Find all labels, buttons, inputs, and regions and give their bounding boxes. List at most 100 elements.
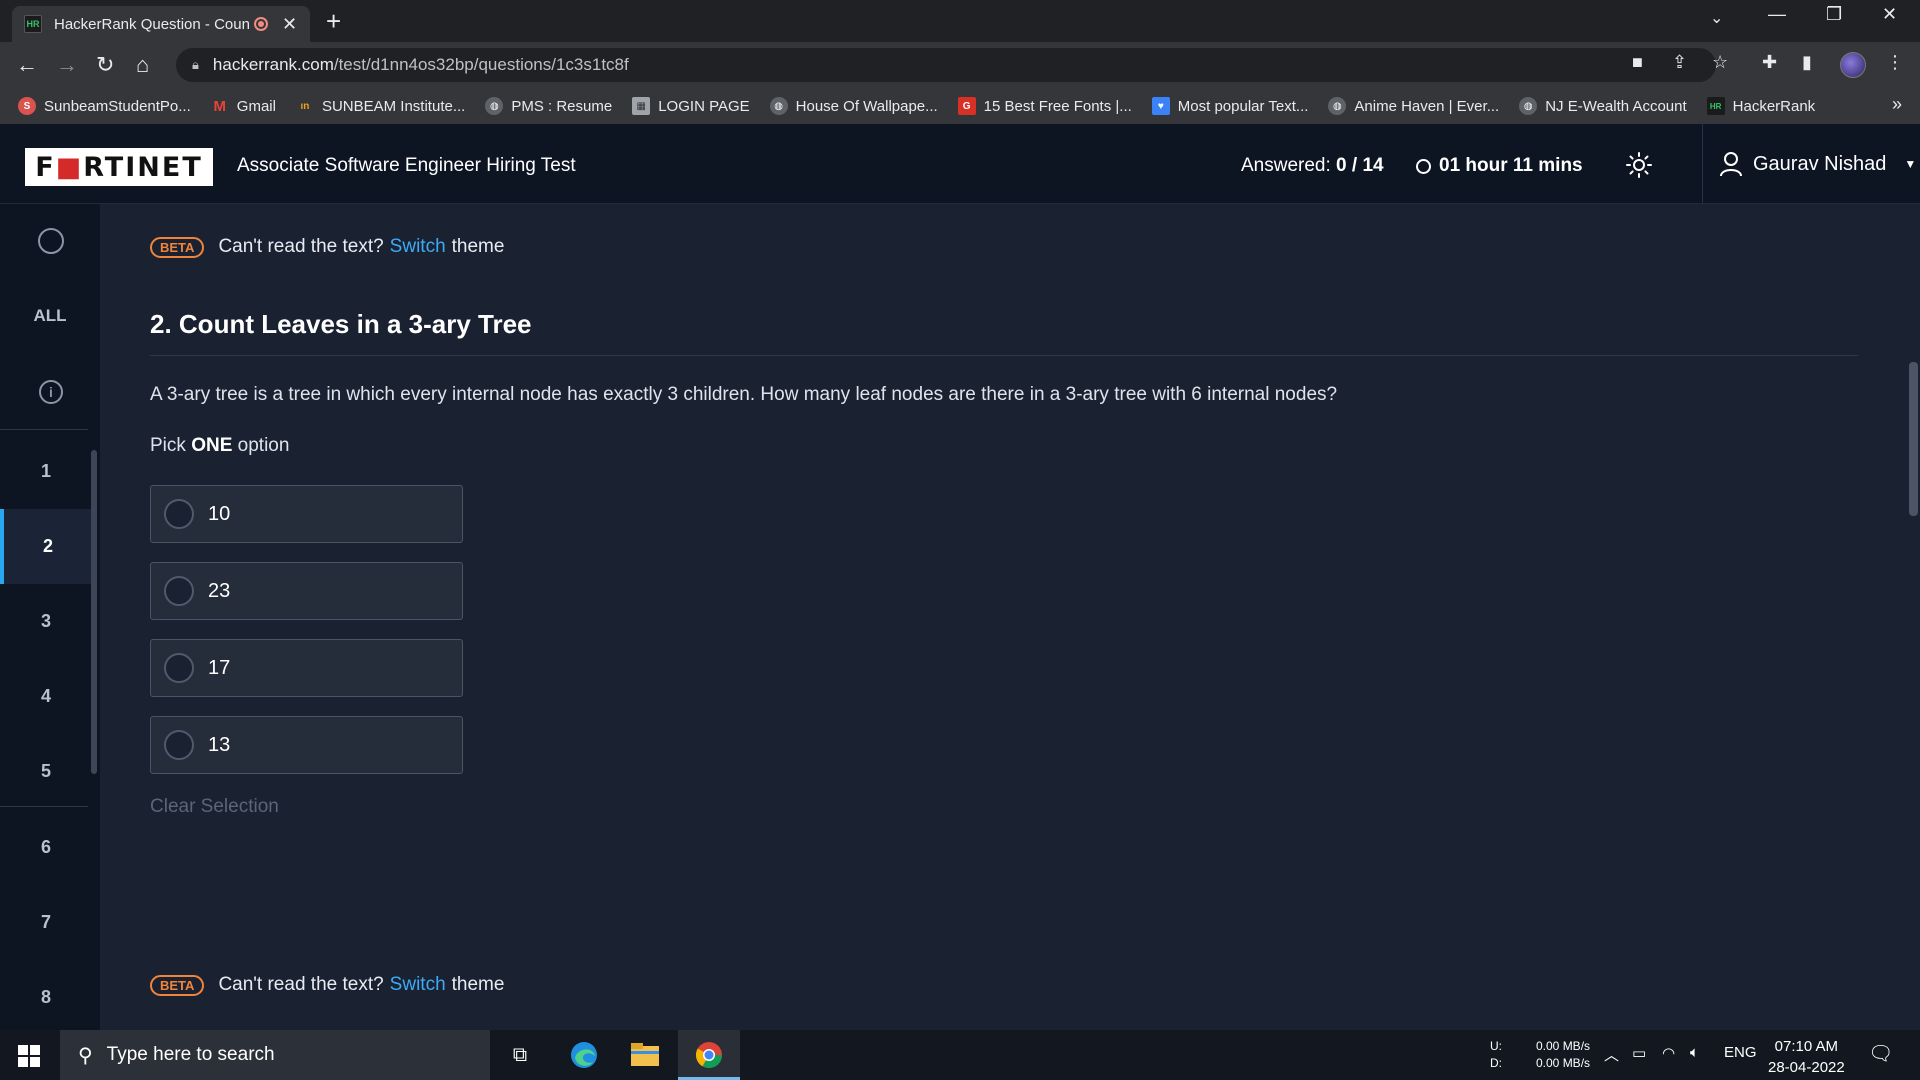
caret-down-icon: ▼ bbox=[1904, 157, 1917, 171]
nav-question-3[interactable]: 3 bbox=[0, 584, 92, 659]
url-omnibox[interactable]: 🔒︎ hackerrank.com/test/d1nn4os32bp/quest… bbox=[176, 48, 1716, 82]
network-speed-widget: U: D: 0.00 MB/s 0.00 MB/s bbox=[1490, 1038, 1590, 1072]
switch-theme-link[interactable]: Switch bbox=[390, 236, 446, 258]
user-menu[interactable]: Gaurav Nishad ▼ bbox=[1702, 124, 1920, 204]
pick-prefix: Pick bbox=[150, 435, 192, 456]
theme-toggle-sun-icon[interactable] bbox=[1626, 152, 1652, 178]
window-close-button[interactable]: ✕ bbox=[1882, 4, 1897, 25]
globe-icon: ◍ bbox=[769, 97, 788, 115]
nav-question-6[interactable]: 6 bbox=[0, 810, 92, 885]
gmail-icon: M bbox=[213, 97, 227, 115]
battery-icon[interactable]: ▭ bbox=[1632, 1044, 1646, 1062]
notification-icon[interactable]: 🗨︎ bbox=[1868, 1041, 1893, 1066]
pick-suffix: option bbox=[232, 435, 290, 456]
url-text: hackerrank.com/test/d1nn4os32bp/question… bbox=[213, 55, 629, 75]
bookmark-star-icon[interactable]: ☆ bbox=[1712, 52, 1728, 73]
compass-icon[interactable] bbox=[38, 228, 64, 254]
search-placeholder: Type here to search bbox=[106, 1044, 275, 1065]
bookmark-item[interactable]: HR HackerRank bbox=[1706, 97, 1815, 115]
edge-icon[interactable] bbox=[567, 1038, 601, 1072]
browser-tab[interactable]: HR HackerRank Question - Coun ✕ bbox=[12, 6, 310, 42]
tab-search-chevron-icon[interactable]: ⌄ bbox=[1710, 8, 1723, 28]
answer-option[interactable]: 23 bbox=[150, 562, 463, 620]
nav-question-4[interactable]: 4 bbox=[0, 659, 92, 734]
camera-icon[interactable]: ■ bbox=[1632, 52, 1643, 73]
bookmark-item[interactable]: ◍ House Of Wallpape... bbox=[769, 97, 938, 115]
answer-option[interactable]: 13 bbox=[150, 716, 463, 774]
chrome-menu-icon[interactable]: ⋮ bbox=[1886, 52, 1904, 73]
test-title: Associate Software Engineer Hiring Test bbox=[237, 155, 576, 176]
browser-tab-bar: HR HackerRank Question - Coun ✕ + ⌄ — ❐ … bbox=[0, 0, 1920, 42]
beta-text: Can't read the text? bbox=[218, 236, 384, 257]
bookmark-item[interactable]: M Gmail bbox=[211, 97, 276, 115]
globe-icon: ◍ bbox=[485, 97, 504, 115]
bookmark-item[interactable]: ◍ NJ E-Wealth Account bbox=[1519, 97, 1687, 115]
bookmark-item[interactable]: ◍ Anime Haven | Ever... bbox=[1328, 97, 1499, 115]
bookmark-item[interactable]: ın SUNBEAM Institute... bbox=[296, 97, 466, 115]
answer-option[interactable]: 17 bbox=[150, 639, 463, 697]
bookmark-item[interactable]: S SunbeamStudentPo... bbox=[18, 97, 191, 115]
timer-value: 01 hour 11 mins bbox=[1439, 155, 1583, 176]
radio-button[interactable] bbox=[164, 499, 194, 529]
home-button[interactable]: ⌂ bbox=[136, 52, 149, 78]
bookmark-item[interactable]: ▦ LOGIN PAGE bbox=[632, 97, 750, 115]
nav-divider bbox=[0, 806, 88, 807]
more-bookmarks-icon[interactable]: » bbox=[1892, 94, 1902, 115]
clock-icon bbox=[1416, 158, 1431, 174]
answer-option[interactable]: 10 bbox=[150, 485, 463, 543]
tray-chevron-up-icon[interactable]: ︿ bbox=[1604, 1044, 1619, 1065]
bookmark-label: Anime Haven | Ever... bbox=[1354, 97, 1500, 115]
chrome-icon[interactable] bbox=[692, 1038, 726, 1072]
nav-question-7[interactable]: 7 bbox=[0, 885, 92, 960]
switch-theme-link[interactable]: Switch bbox=[390, 974, 446, 996]
bookmark-label: LOGIN PAGE bbox=[658, 97, 750, 115]
timer: 01 hour 11 mins bbox=[1416, 155, 1583, 177]
file-explorer-icon[interactable] bbox=[628, 1038, 662, 1072]
back-button[interactable]: ← bbox=[16, 52, 38, 78]
answered-label: Answered: bbox=[1241, 155, 1337, 176]
language-indicator[interactable]: ENG bbox=[1724, 1044, 1757, 1061]
bookmark-item[interactable]: ◍ PMS : Resume bbox=[485, 97, 612, 115]
bookmark-item[interactable]: ♥ Most popular Text... bbox=[1151, 97, 1308, 115]
address-bar-row: ← → ↻ ⌂ 🔒︎ hackerrank.com/test/d1nn4os32… bbox=[0, 42, 1920, 88]
nav-question-5[interactable]: 5 bbox=[0, 734, 92, 809]
new-tab-button[interactable]: + bbox=[326, 6, 341, 37]
side-panel-icon[interactable]: ▮ bbox=[1802, 52, 1812, 73]
nav-question-8[interactable]: 8 bbox=[0, 960, 92, 1035]
clear-selection-button[interactable]: Clear Selection bbox=[150, 796, 279, 818]
radio-button[interactable] bbox=[164, 576, 194, 606]
nav-question-2[interactable]: 2 bbox=[0, 509, 92, 584]
net-down-label: D: bbox=[1490, 1056, 1502, 1070]
radio-button[interactable] bbox=[164, 653, 194, 683]
volume-icon[interactable]: 🔈︎ bbox=[1690, 1044, 1699, 1061]
close-tab-icon[interactable]: ✕ bbox=[282, 14, 297, 35]
clock-date: 28-04-2022 bbox=[1768, 1059, 1845, 1076]
sidebar-scrollbar[interactable] bbox=[91, 450, 97, 774]
beta-banner-bottom: BETA Can't read the text? Switch theme bbox=[150, 974, 504, 996]
radio-button[interactable] bbox=[164, 730, 194, 760]
extensions-puzzle-icon[interactable]: ✚ bbox=[1762, 52, 1777, 73]
option-label: 23 bbox=[208, 579, 231, 602]
reload-button[interactable]: ↻ bbox=[96, 52, 114, 78]
taskbar-search-input[interactable]: ⚲ Type here to search bbox=[60, 1030, 490, 1080]
restore-button[interactable]: ❐ bbox=[1826, 4, 1842, 25]
net-values: 0.00 MB/s 0.00 MB/s bbox=[1536, 1038, 1590, 1072]
minimize-button[interactable]: — bbox=[1768, 4, 1786, 25]
main-scrollbar[interactable] bbox=[1909, 362, 1918, 516]
wifi-icon[interactable]: ◠ bbox=[1662, 1044, 1675, 1062]
beta-banner-top: BETA Can't read the text? Switch theme bbox=[150, 236, 504, 258]
forward-button[interactable]: → bbox=[56, 52, 78, 78]
profile-avatar[interactable] bbox=[1840, 52, 1866, 78]
tab-title: HackerRank Question - Coun bbox=[54, 15, 250, 33]
nav-question-1[interactable]: 1 bbox=[0, 434, 92, 509]
info-icon[interactable]: i bbox=[39, 380, 63, 404]
beta-text-after: theme bbox=[451, 974, 505, 995]
task-view-icon[interactable]: ⧉ bbox=[503, 1038, 537, 1072]
net-down-value: 0.00 MB/s bbox=[1536, 1056, 1591, 1070]
system-clock[interactable]: 07:10 AM 28-04-2022 bbox=[1768, 1036, 1845, 1078]
sunbeam-icon: S bbox=[18, 97, 36, 115]
share-icon[interactable]: ⇪ bbox=[1672, 52, 1687, 73]
nav-all[interactable]: ALL bbox=[0, 306, 100, 326]
bookmark-item[interactable]: G 15 Best Free Fonts |... bbox=[957, 97, 1132, 115]
windows-start-icon[interactable] bbox=[18, 1045, 40, 1067]
